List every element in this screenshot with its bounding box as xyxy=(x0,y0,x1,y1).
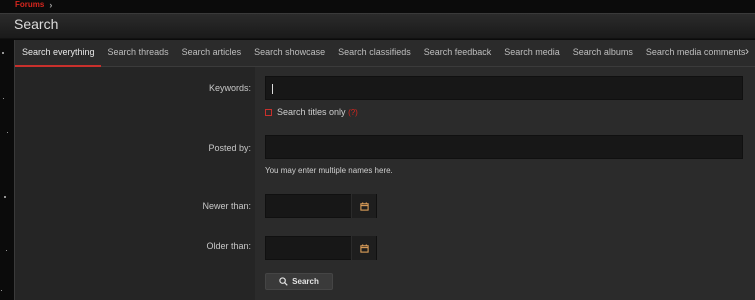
page-title-bar: Search xyxy=(0,13,755,39)
tab-search-media-comments[interactable]: Search media comments xyxy=(639,40,752,66)
newer-than-calendar-button[interactable] xyxy=(351,194,376,218)
help-icon[interactable]: (?) xyxy=(348,108,358,117)
text-caret xyxy=(272,84,273,94)
newer-than-date-input[interactable] xyxy=(265,194,377,218)
search-icon xyxy=(279,277,288,286)
form-label-column: Keywords: Posted by: Newer than: Older t… xyxy=(15,67,255,300)
calendar-icon xyxy=(359,201,369,211)
posted-by-label: Posted by: xyxy=(208,143,251,153)
search-tabs: Search everything Search threads Search … xyxy=(15,40,755,67)
tab-search-feedback[interactable]: Search feedback xyxy=(417,40,498,66)
search-button-label: Search xyxy=(292,277,319,286)
tab-search-media[interactable]: Search media xyxy=(497,40,566,66)
older-than-calendar-button[interactable] xyxy=(351,236,376,260)
search-button[interactable]: Search xyxy=(265,273,333,290)
tab-search-showcase[interactable]: Search showcase xyxy=(247,40,331,66)
keywords-label: Keywords: xyxy=(208,83,251,93)
tab-search-classifieds[interactable]: Search classifieds xyxy=(331,40,417,66)
titles-only-checkbox[interactable] xyxy=(265,109,272,116)
keywords-input[interactable] xyxy=(265,76,743,100)
tab-search-articles[interactable]: Search articles xyxy=(175,40,248,66)
breadcrumb: Forums › xyxy=(15,0,52,10)
tab-search-everything[interactable]: Search everything xyxy=(15,40,101,67)
breadcrumb-separator: › xyxy=(49,0,53,10)
older-than-label: Older than: xyxy=(206,241,251,251)
calendar-icon xyxy=(359,243,369,253)
posted-by-hint: You may enter multiple names here. xyxy=(265,166,393,175)
posted-by-input[interactable] xyxy=(265,135,743,159)
breadcrumb-link-forums[interactable]: Forums xyxy=(15,0,44,10)
search-panel: Search everything Search threads Search … xyxy=(14,40,755,300)
titles-only-label[interactable]: Search titles only xyxy=(277,107,346,117)
tab-search-threads[interactable]: Search threads xyxy=(101,40,175,66)
titles-only-option: Search titles only (?) xyxy=(277,107,358,117)
tab-search-albums[interactable]: Search albums xyxy=(566,40,639,66)
older-than-date-input[interactable] xyxy=(265,236,377,260)
newer-than-label: Newer than: xyxy=(202,201,251,211)
page-title: Search xyxy=(14,16,59,32)
tabs-scroll-right-icon[interactable]: › xyxy=(745,44,749,58)
